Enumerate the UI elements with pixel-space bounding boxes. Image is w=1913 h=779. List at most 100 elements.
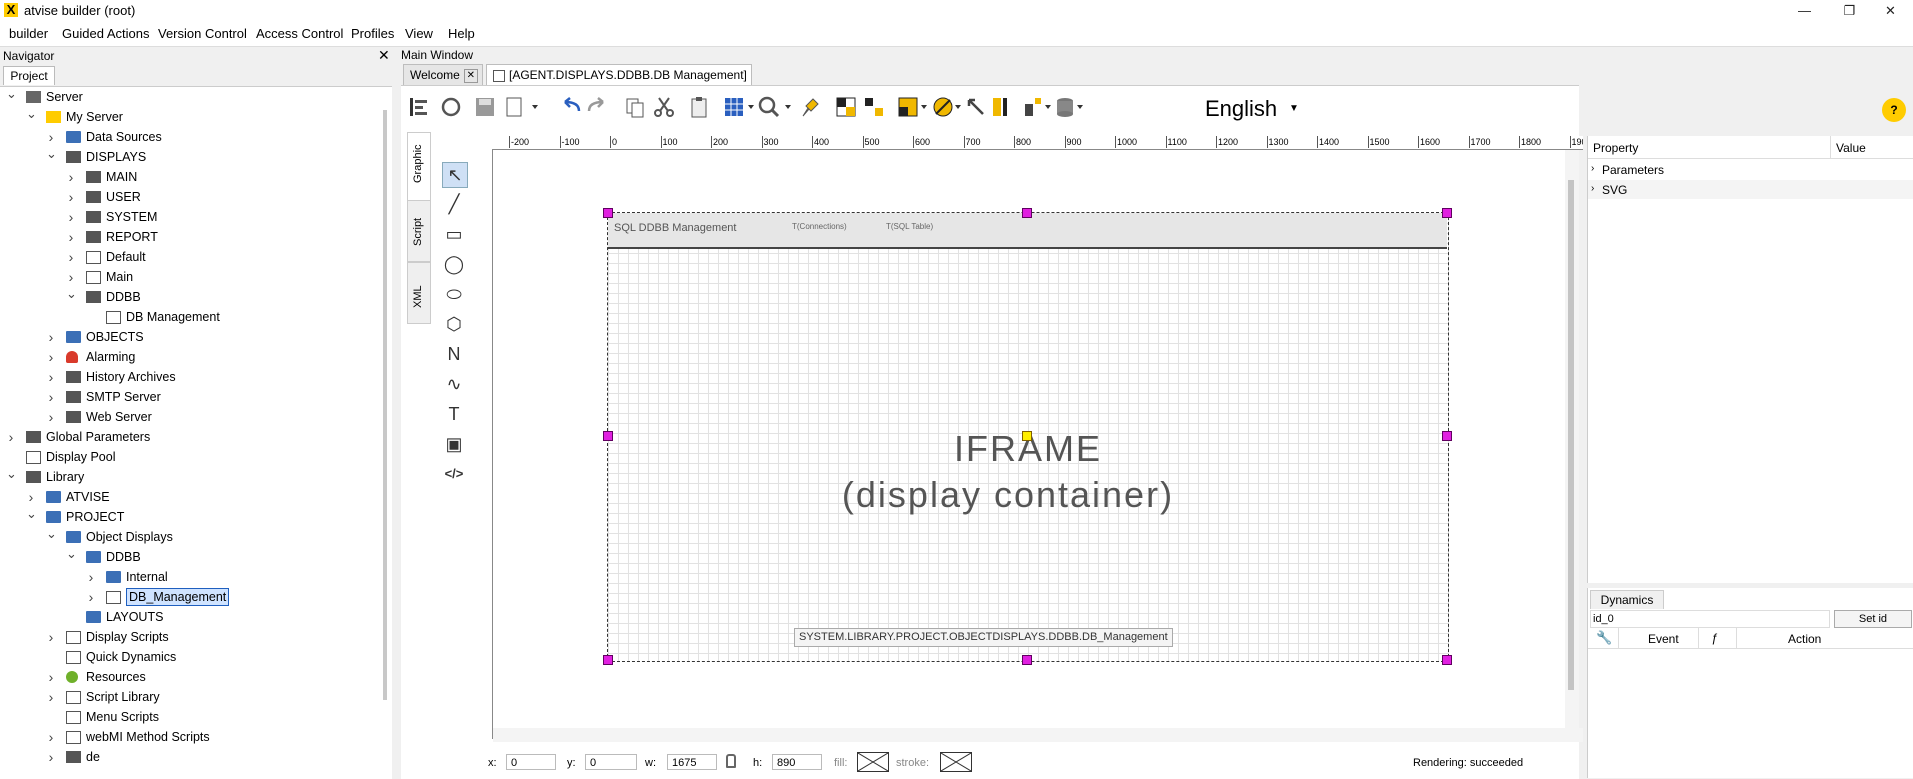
help-icon[interactable]: ? xyxy=(1882,98,1906,122)
insert-icon[interactable] xyxy=(993,98,1007,116)
grid-icon[interactable] xyxy=(725,98,754,116)
tree-item-display-scripts[interactable]: › Display Scripts xyxy=(0,627,380,647)
code-tool-icon[interactable]: </> xyxy=(442,462,466,486)
chevron-down-icon[interactable]: ⌄ xyxy=(26,504,37,524)
language-select[interactable]: English xyxy=(1205,96,1277,122)
document-menu-icon[interactable] xyxy=(506,97,538,117)
fill-swatch[interactable] xyxy=(857,752,889,772)
property-row-svg[interactable]: › SVG xyxy=(1588,180,1913,199)
circle-tool-icon[interactable]: ◯ xyxy=(442,252,466,276)
height-field[interactable]: 890 xyxy=(772,754,822,770)
wrench-icon[interactable]: 🔧 xyxy=(1596,630,1612,646)
canvas-horizontal-scrollbar[interactable] xyxy=(493,728,1583,742)
resize-handle-w[interactable] xyxy=(603,431,613,441)
chevron-right-icon[interactable]: › xyxy=(46,367,56,387)
pick-icon[interactable] xyxy=(967,98,984,115)
tab-db-management[interactable]: [AGENT.DISPLAYS.DDBB.DB Management]✕ xyxy=(486,64,752,103)
ungroup-icon[interactable] xyxy=(865,98,883,116)
property-row-parameters[interactable]: › Parameters xyxy=(1588,160,1913,179)
resize-handle-se[interactable] xyxy=(1442,655,1452,665)
tree-item-resources[interactable]: › Resources xyxy=(0,667,380,687)
maximize-button[interactable]: ❐ xyxy=(1827,0,1872,22)
object-icon[interactable] xyxy=(1025,98,1051,116)
set-id-button[interactable]: Set id xyxy=(1834,610,1912,628)
chevron-down-icon[interactable]: ⌄ xyxy=(6,84,17,104)
database-icon[interactable] xyxy=(1057,98,1083,117)
chevron-down-icon[interactable]: ⌄ xyxy=(26,104,37,124)
tree-item-main[interactable]: › MAIN xyxy=(0,167,380,187)
menu-access-control[interactable]: Access Control xyxy=(256,26,343,41)
tree-item-ddbb[interactable]: ⌄ DDBB xyxy=(0,546,380,567)
menu-help[interactable]: Help xyxy=(448,26,475,41)
tree-item-main[interactable]: › Main xyxy=(0,267,380,287)
chevron-right-icon[interactable]: › xyxy=(86,587,96,607)
tree-item-script-library[interactable]: › Script Library xyxy=(0,687,380,707)
chevron-right-icon[interactable]: › xyxy=(46,687,56,707)
tree-item-history-archives[interactable]: › History Archives xyxy=(0,367,380,387)
tree-item-server[interactable]: ⌄ Server xyxy=(0,84,380,107)
chevron-right-icon[interactable]: › xyxy=(46,407,56,427)
tree-item-quick-dynamics[interactable]: Quick Dynamics xyxy=(0,647,380,667)
lock-icon[interactable] xyxy=(726,754,736,768)
tree-item-report[interactable]: › REPORT xyxy=(0,227,380,247)
save-icon[interactable] xyxy=(476,98,494,116)
select-tool-icon[interactable]: ↖ xyxy=(442,162,468,188)
width-field[interactable]: 1675 xyxy=(667,754,717,770)
chevron-right-icon[interactable]: › xyxy=(1591,183,1594,194)
resize-handle-e[interactable] xyxy=(1442,431,1452,441)
chevron-right-icon[interactable]: › xyxy=(46,387,56,407)
tree-item-objects[interactable]: › OBJECTS xyxy=(0,327,380,347)
align-left-icon[interactable] xyxy=(410,98,427,116)
chevron-down-icon[interactable]: ⌄ xyxy=(66,284,77,304)
navigator-close-icon[interactable]: ✕ xyxy=(378,47,390,64)
tree-item-displays[interactable]: ⌄ DISPLAYS xyxy=(0,144,380,167)
chevron-right-icon[interactable]: › xyxy=(86,567,96,587)
polyline-tool-icon[interactable]: N xyxy=(442,342,466,366)
tree-item-data-sources[interactable]: › Data Sources xyxy=(0,127,380,147)
tree-item-menu-scripts[interactable]: Menu Scripts xyxy=(0,707,380,727)
undo-icon[interactable] xyxy=(564,97,581,112)
chevron-right-icon[interactable]: › xyxy=(46,667,56,687)
chevron-down-icon[interactable]: ⌄ xyxy=(46,524,57,544)
chevron-right-icon[interactable]: › xyxy=(46,727,56,747)
arrange-icon[interactable] xyxy=(898,97,927,117)
canvas-vertical-scroll-thumb[interactable] xyxy=(1568,180,1574,690)
tab-dynamics[interactable]: Dynamics xyxy=(1590,590,1664,609)
chevron-right-icon[interactable]: › xyxy=(46,347,56,367)
line-tool-icon[interactable]: ╱ xyxy=(442,192,466,216)
tree-item-alarming[interactable]: › Alarming xyxy=(0,347,380,367)
x-field[interactable]: 0 xyxy=(506,754,556,770)
close-icon[interactable]: ✕ xyxy=(463,68,478,83)
tree-item-library[interactable]: ⌄ Library xyxy=(0,464,380,487)
tab-welcome[interactable]: Welcome ✕ xyxy=(403,64,483,85)
tree-item-display-pool[interactable]: Display Pool xyxy=(0,447,380,467)
text-tool-icon[interactable]: T xyxy=(442,402,466,426)
chevron-right-icon[interactable]: › xyxy=(46,747,56,767)
menu-profiles[interactable]: Profiles xyxy=(351,26,394,41)
chevron-right-icon[interactable]: › xyxy=(46,627,56,647)
chevron-down-icon[interactable]: ▼ xyxy=(1289,103,1299,114)
tree-item-layouts[interactable]: LAYOUTS xyxy=(0,607,380,627)
tree-item-db-management[interactable]: DB Management xyxy=(0,307,380,327)
y-field[interactable]: 0 xyxy=(585,754,637,770)
tree-item-default[interactable]: › Default xyxy=(0,247,380,267)
tree-item-project[interactable]: ⌄ PROJECT xyxy=(0,504,380,527)
menu-version-control[interactable]: Version Control xyxy=(158,26,247,41)
chevron-down-icon[interactable]: ⌄ xyxy=(46,144,57,164)
shape-op-icon[interactable] xyxy=(933,97,961,117)
cut-icon[interactable] xyxy=(654,97,674,117)
stroke-swatch[interactable] xyxy=(940,752,972,772)
chevron-down-icon[interactable]: ⌄ xyxy=(6,464,17,484)
chevron-right-icon[interactable]: › xyxy=(66,227,76,247)
tree-item-webmi-method-scripts[interactable]: › webMI Method Scripts xyxy=(0,727,380,747)
tab-xml[interactable]: XML xyxy=(407,262,431,324)
project-tree[interactable]: ⌄ Server ⌄ My Server › Data Sources ⌄ DISPLAYS ›… xyxy=(0,86,392,779)
copy-icon[interactable] xyxy=(626,98,644,118)
menu-guided-actions[interactable]: Guided Actions xyxy=(62,26,149,41)
chevron-right-icon[interactable]: › xyxy=(66,187,76,207)
group-icon[interactable] xyxy=(836,97,856,117)
resize-handle-nw[interactable] xyxy=(603,208,613,218)
tab-graphic[interactable]: Graphic xyxy=(407,132,431,204)
tree-scrollbar[interactable] xyxy=(383,110,387,700)
tree-item-web-server[interactable]: › Web Server xyxy=(0,407,380,427)
